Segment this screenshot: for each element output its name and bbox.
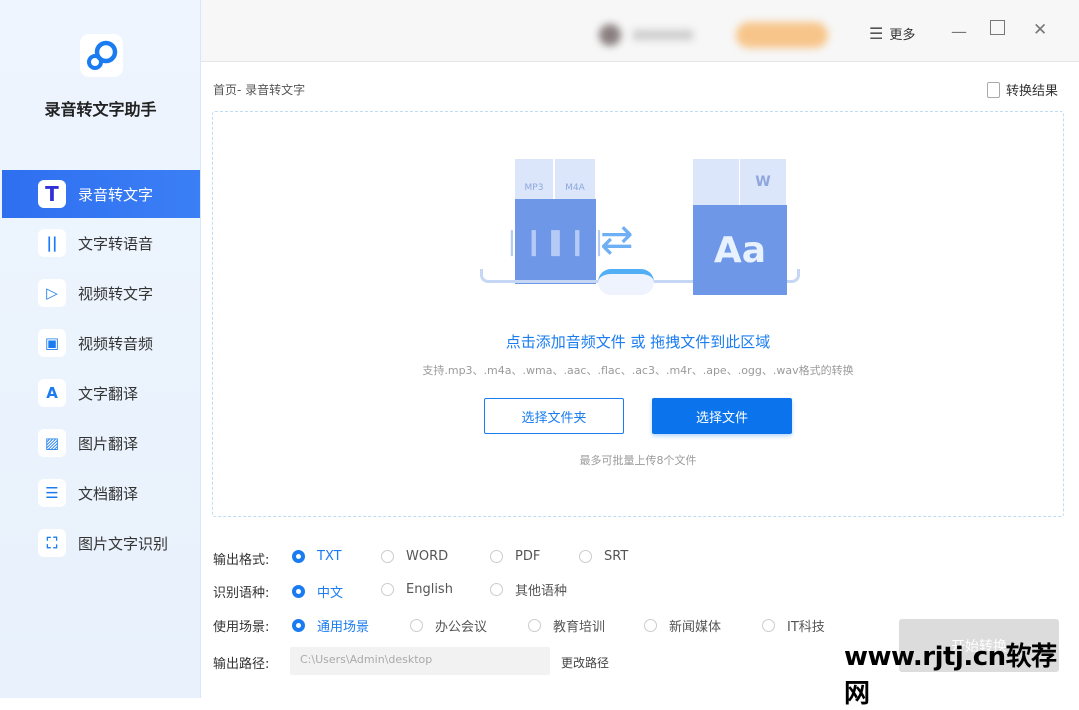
connector xyxy=(598,269,654,295)
format-radio-srt[interactable]: SRT xyxy=(579,549,628,564)
result-label: 转换结果 xyxy=(1006,84,1059,99)
language-radio-english[interactable]: English xyxy=(381,582,453,597)
more-label: 更多 xyxy=(889,28,916,43)
output-path-input[interactable]: C:\Users\Admin\desktop xyxy=(290,647,550,675)
text-icon: T xyxy=(38,180,66,208)
sidebar-item-video-to-text[interactable]: ▷ 视频转文字 xyxy=(2,269,200,317)
sidebar-item-document-translate[interactable]: ☰ 文档翻译 xyxy=(2,469,200,517)
sidebar-item-label: 图片翻译 xyxy=(78,434,139,453)
sidebar-item-text-translate[interactable]: A 文字翻译 xyxy=(2,369,200,417)
scene-radio-news[interactable]: 新闻媒体 xyxy=(644,616,721,635)
scene-radio-it[interactable]: IT科技 xyxy=(762,616,825,635)
play-icon: ▷ xyxy=(38,279,66,307)
scene-radio-general[interactable]: 通用场景 xyxy=(292,616,369,635)
format-radio-word[interactable]: WORD xyxy=(381,549,448,564)
sidebar-item-image-ocr[interactable]: ⛶ 图片文字识别 xyxy=(2,519,200,567)
sidebar-item-label: 录音转文字 xyxy=(78,185,154,204)
sidebar-item-label: 文字转语音 xyxy=(78,234,154,253)
translate-icon: A xyxy=(38,379,66,407)
watermark: www.rjtj.cn软荐网 xyxy=(844,642,1057,709)
scene-radio-meeting[interactable]: 办公会议 xyxy=(410,616,487,635)
waveform-icon: || xyxy=(38,229,66,257)
sidebar-item-text-to-speech[interactable]: || 文字转语音 xyxy=(2,219,200,267)
word-file-icon: W xyxy=(740,159,786,205)
sidebar-item-label: 视频转文字 xyxy=(78,284,154,303)
username xyxy=(633,30,693,40)
breadcrumb: 首页- 录音转文字 xyxy=(213,83,306,97)
sidebar: 录音转文字助手 T 录音转文字 || 文字转语音 ▷ 视频转文字 ▣ 视频转音频 A 文字… xyxy=(0,0,201,698)
language-radio-other[interactable]: 其他语种 xyxy=(490,580,567,599)
sidebar-item-audio-to-text[interactable]: T 录音转文字 xyxy=(2,170,200,218)
sidebar-item-label: 文档翻译 xyxy=(78,484,139,503)
text-aa-icon: Aa xyxy=(693,205,787,295)
scene-radio-education[interactable]: 教育培训 xyxy=(528,616,605,635)
document-translate-icon: ☰ xyxy=(38,479,66,507)
format-radio-pdf[interactable]: PDF xyxy=(490,549,540,564)
text-file-icon xyxy=(693,159,739,205)
app-title: 录音转文字助手 xyxy=(44,100,157,119)
avatar[interactable] xyxy=(599,24,621,46)
sidebar-item-label: 文字翻译 xyxy=(78,384,139,403)
format-radio-txt[interactable]: TXT xyxy=(292,549,342,564)
sidebar-item-image-translate[interactable]: ▨ 图片翻译 xyxy=(2,419,200,467)
video-audio-icon: ▣ xyxy=(38,329,66,357)
output-path-label: 输出路径: xyxy=(213,657,270,672)
sidebar-item-label: 图片文字识别 xyxy=(78,534,169,553)
mp3-file-icon: MP3 xyxy=(515,159,553,199)
change-path-button[interactable]: 更改路径 xyxy=(561,654,609,671)
language-label: 识别语种: xyxy=(213,586,270,601)
title-bar: ☰ 更多 — ✕ xyxy=(201,0,1079,62)
more-menu-button[interactable]: ☰ 更多 xyxy=(869,24,915,43)
supported-formats: 支持.mp3、.m4a、.wma、.aac、.flac、.ac3、.m4r、.a… xyxy=(422,364,854,377)
maximize-button[interactable] xyxy=(990,20,1005,35)
close-button[interactable]: ✕ xyxy=(1033,20,1047,40)
output-format-label: 输出格式: xyxy=(213,553,270,568)
select-folder-button[interactable]: 选择文件夹 xyxy=(484,398,624,434)
m4a-file-icon: M4A xyxy=(555,159,595,199)
sidebar-item-label: 视频转音频 xyxy=(78,334,154,353)
upload-limit-hint: 最多可批量上传8个文件 xyxy=(579,454,697,467)
language-radio-chinese[interactable]: 中文 xyxy=(292,582,343,601)
convert-arrows-icon: ⇄ xyxy=(600,217,634,263)
conversion-results-link[interactable]: 转换结果 xyxy=(987,80,1058,99)
scene-label: 使用场景: xyxy=(213,620,270,635)
app-logo-icon xyxy=(80,34,123,77)
select-file-button[interactable]: 选择文件 xyxy=(652,398,792,434)
sidebar-item-video-to-audio[interactable]: ▣ 视频转音频 xyxy=(2,319,200,367)
drop-instruction[interactable]: 点击添加音频文件 或 拖拽文件到此区域 xyxy=(212,331,1064,352)
conversion-illustration: MP3 M4A ❘❙❚❙❘ ⇄ W Aa xyxy=(470,157,800,302)
vip-button[interactable] xyxy=(736,22,828,48)
document-icon xyxy=(987,81,1000,98)
scan-icon: ⛶ xyxy=(38,529,66,557)
minimize-button[interactable]: — xyxy=(951,22,967,41)
menu-icon: ☰ xyxy=(869,24,884,43)
image-translate-icon: ▨ xyxy=(38,429,66,457)
